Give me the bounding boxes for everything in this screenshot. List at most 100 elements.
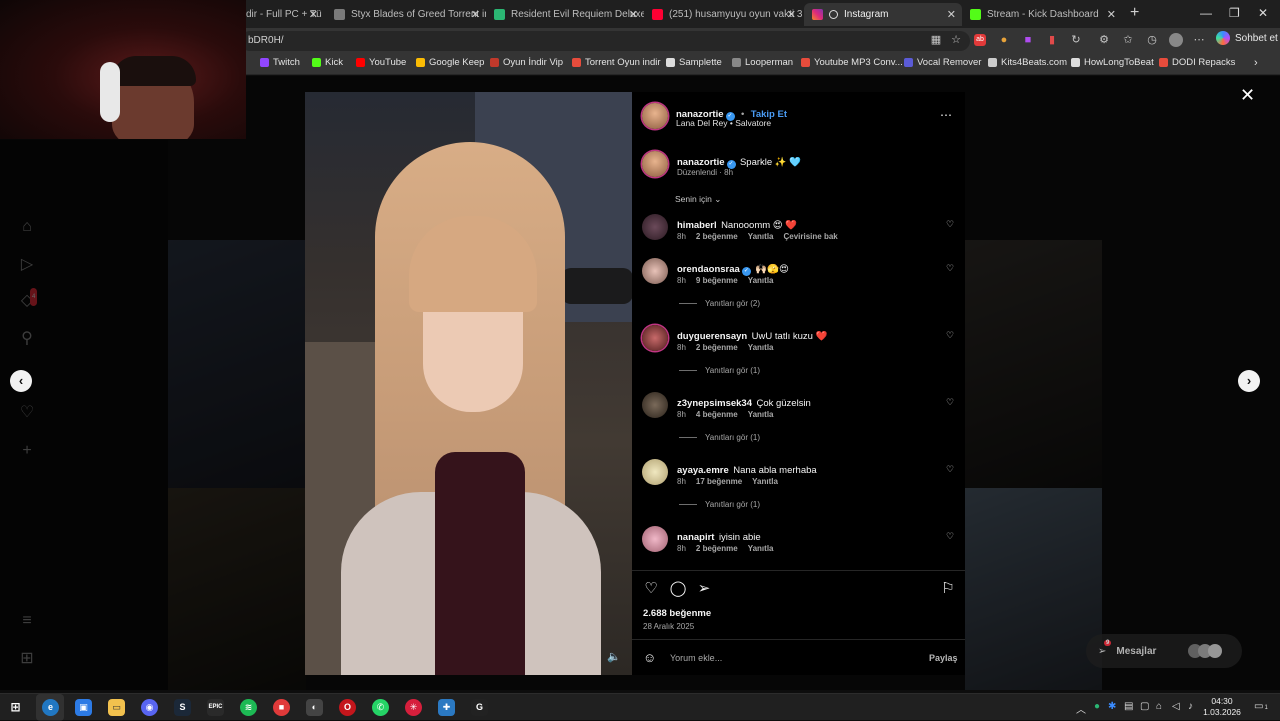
view-replies-button[interactable]: Yanıtları gör (1) [679,366,760,375]
new-tab-icon[interactable]: + [1130,4,1139,22]
app-icon[interactable]: ✚ [438,699,455,716]
commenter-avatar[interactable] [642,325,668,351]
app-icon[interactable]: ◐ [306,699,323,716]
comment-likes[interactable]: 9 beğenme [696,276,738,285]
next-post-button[interactable]: › [1238,370,1260,392]
like-comment-heart-icon[interactable]: ♡ [946,531,954,542]
like-count[interactable]: 2.688 beğenme [643,608,711,619]
notification-center-icon[interactable]: ▭1 [1254,701,1268,712]
network-icon[interactable]: ⌂ [1156,701,1162,712]
commenter-avatar[interactable] [642,392,668,418]
commenter-avatar[interactable] [642,459,668,485]
bookmark-kits4beats[interactable]: Kits4Beats.com [988,57,1067,68]
extension-icon[interactable]: ■ [1022,34,1034,46]
tab-close-icon[interactable]: ✕ [787,8,796,21]
bookmark-youtube[interactable]: YouTube [356,57,406,68]
windows-start-icon[interactable]: ⊞ [7,699,24,716]
tab-1[interactable]: Styx Blades of Greed Torrent indir ✕ [326,3,486,26]
like-heart-icon[interactable]: ♡ [642,580,660,598]
tray-overflow-chevron-icon[interactable]: ︿ [1076,701,1086,716]
comment-bubble-icon[interactable]: ◯ [669,580,687,598]
commenter-avatar[interactable] [642,526,668,552]
bookmark-twitch[interactable]: Twitch [260,57,300,68]
steam-icon[interactable]: S [174,699,191,716]
history-icon[interactable]: ◷ [1146,34,1158,46]
caption-avatar[interactable] [642,151,668,177]
bookmarks-overflow-chevron-icon[interactable]: › [1254,57,1258,69]
comment-sort-dropdown[interactable]: Senin için ⌄ [675,194,721,205]
tab-close-icon[interactable]: ✕ [1107,8,1116,21]
bookmark-youtube-mp3[interactable]: Youtube MP3 Conv... [801,57,903,68]
commenter-username[interactable]: himaberl [677,220,717,231]
bookmark-vocal-remover[interactable]: Vocal Remover [904,57,981,68]
volume-icon[interactable]: ◁ [1172,701,1180,712]
extension-icon[interactable]: ▮ [1046,34,1058,46]
comment-input[interactable]: Yorum ekle... [670,653,722,663]
refresh-icon[interactable]: ↻ [1070,34,1082,46]
commenter-avatar[interactable] [642,258,668,284]
commenter-username[interactable]: z3ynepsimsek34 [677,398,752,409]
epic-games-icon[interactable]: EPIC [207,699,224,716]
reply-button[interactable]: Yanıtla [748,276,774,285]
favorite-star-icon[interactable]: ☆ [950,34,962,46]
messages-pill[interactable]: ➢ 9 Mesajlar [1086,634,1242,668]
commenter-avatar[interactable] [642,214,668,240]
caption-username[interactable]: nanazortie [677,157,725,168]
app-icon[interactable]: ■ [273,699,290,716]
reply-button[interactable]: Yanıtla [748,544,774,553]
tab-3[interactable]: (251) husamyuyu oyun vakti 3 - Yo ✕ [644,3,802,26]
favorites-icon[interactable]: ✩ [1122,34,1134,46]
bluetooth-icon[interactable]: ✱ [1108,701,1116,712]
commenter-username[interactable]: ayaya.emre [677,465,729,476]
tray-app-icon[interactable]: ● [1094,701,1100,712]
commenter-username[interactable]: orendaonsraa [677,264,740,275]
tab-2[interactable]: Resident Evil Requiem Deluxe +2 ( ✕ [486,3,644,26]
opera-icon[interactable]: O [339,699,356,716]
save-bookmark-icon[interactable]: ⚐ [939,580,957,598]
tab-0[interactable]: dir - Full PC + Tü ✕ [238,3,324,26]
discord-icon[interactable]: ◉ [141,699,158,716]
spotify-icon[interactable]: ≋ [240,699,257,716]
file-explorer-icon[interactable]: ▭ [108,699,125,716]
bookmark-howlongtobeat[interactable]: HowLongToBeat [1071,57,1154,68]
bookmark-samplette[interactable]: Samplette [666,57,722,68]
adblock-icon[interactable]: ab [974,34,986,46]
app-icon[interactable]: ✳ [405,699,422,716]
close-modal-icon[interactable]: ✕ [1240,85,1255,106]
emoji-icon[interactable]: ☺ [643,650,656,665]
author-avatar[interactable] [642,103,668,129]
like-comment-heart-icon[interactable]: ♡ [946,219,954,230]
comment-likes[interactable]: 2 beğenme [696,343,738,352]
more-menu-icon[interactable]: ⋯ [1193,34,1205,46]
bookmark-google-keep[interactable]: Google Keep [416,57,484,68]
extensions-puzzle-icon[interactable]: ⚙ [1098,34,1110,46]
tab-instagram[interactable]: Instagram ✕ [804,3,962,26]
commenter-username[interactable]: nanapirt [677,532,714,543]
close-window-icon[interactable]: ✕ [1258,6,1268,20]
tab-close-icon[interactable]: ✕ [471,8,480,21]
commenter-username[interactable]: duyguerensayn [677,331,747,342]
comment-likes[interactable]: 2 beğenme [696,232,738,241]
comment-likes[interactable]: 17 beğenme [696,477,742,486]
mute-audio-icon[interactable]: 🔈 [607,650,623,666]
previous-post-button[interactable]: ‹ [10,370,32,392]
microphone-icon[interactable]: ♪ [1188,701,1193,712]
maximize-icon[interactable]: ❐ [1229,6,1240,20]
like-comment-heart-icon[interactable]: ♡ [946,397,954,408]
app-icon[interactable]: G [471,699,488,716]
comment-likes[interactable]: 4 beğenme [696,410,738,419]
view-replies-button[interactable]: Yanıtları gör (2) [679,299,760,308]
store-icon[interactable]: ▣ [75,699,92,716]
profile-avatar[interactable] [1169,33,1183,47]
more-options-icon[interactable]: ⋯ [940,108,952,122]
copilot-chat-button[interactable]: Sohbet et [1216,31,1278,45]
bookmark-kick[interactable]: Kick [312,57,343,68]
tab-5[interactable]: Stream - Kick Dashboard ✕ [962,3,1122,26]
like-comment-heart-icon[interactable]: ♡ [946,330,954,341]
view-replies-button[interactable]: Yanıtları gör (1) [679,500,760,509]
extension-icon[interactable]: ● [998,34,1010,46]
tab-close-icon[interactable]: ✕ [629,8,638,21]
bookmark-torrent-oyun[interactable]: Torrent Oyun indir [572,57,661,68]
reader-view-icon[interactable]: ▦ [930,34,942,46]
like-comment-heart-icon[interactable]: ♡ [946,263,954,274]
